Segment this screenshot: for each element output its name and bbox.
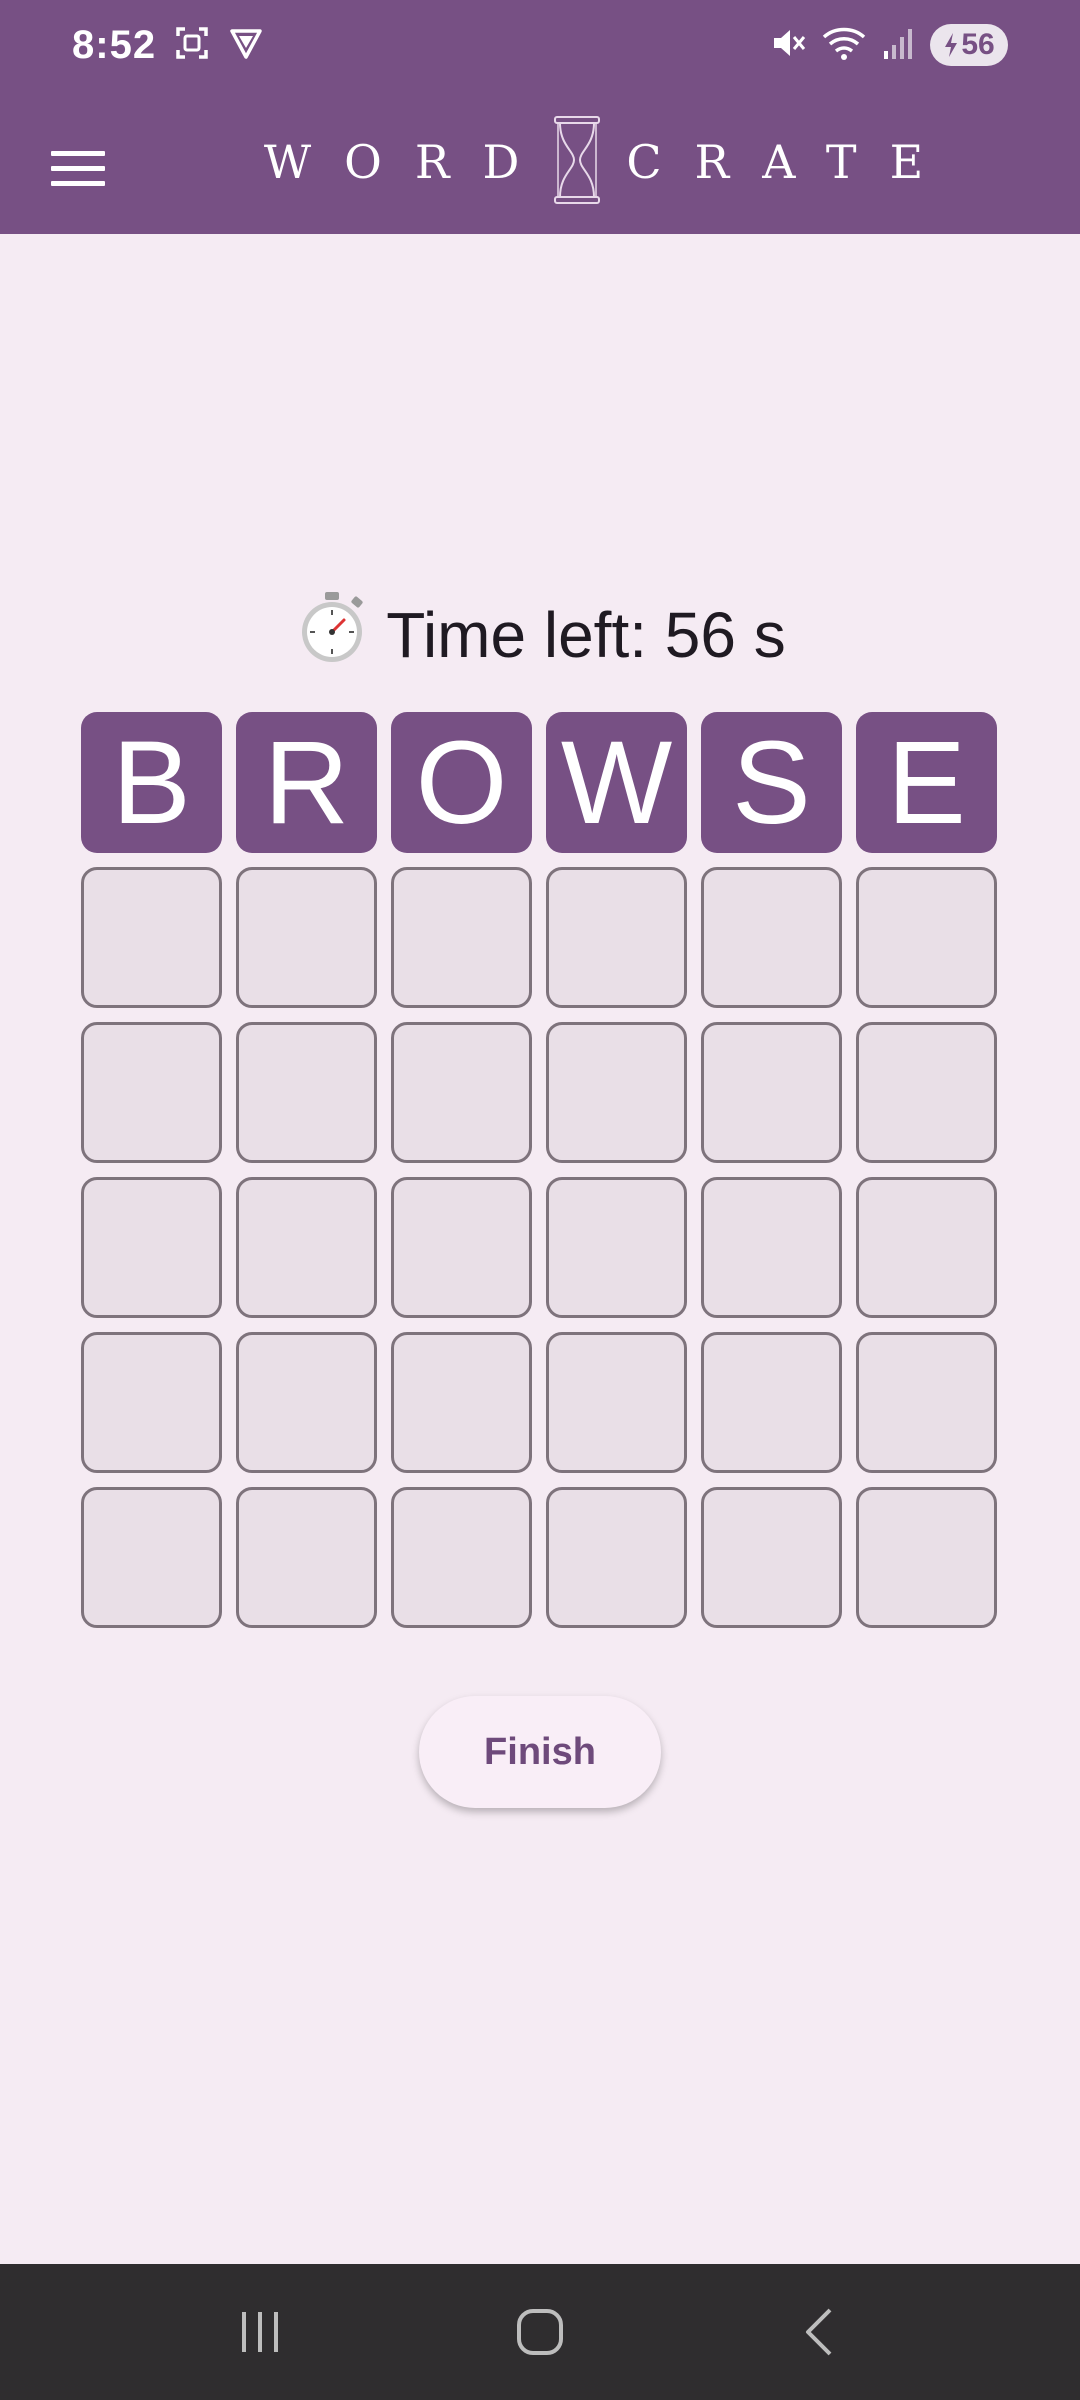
timer: Time left: 56 s (0, 590, 1080, 680)
letter-tile: R (236, 712, 377, 853)
hamburger-menu-icon (51, 151, 105, 186)
letter-tile[interactable] (856, 1022, 997, 1163)
letter-tile[interactable] (236, 1177, 377, 1318)
letter-tile[interactable] (546, 1022, 687, 1163)
letter-tile[interactable] (391, 1177, 532, 1318)
letter-tile[interactable] (236, 1332, 377, 1473)
letter-tile[interactable] (856, 1332, 997, 1473)
app-root: 8:52 56 WORD CRATE Time left: 56 s B R O… (0, 0, 1080, 2400)
signal-icon (882, 25, 914, 66)
letter-tile[interactable] (81, 1487, 222, 1628)
timer-text: Time left: 56 s (386, 599, 786, 671)
logo-word-right: CRATE (626, 135, 957, 189)
letter-tile[interactable] (701, 867, 842, 1008)
letter-tile[interactable] (701, 1022, 842, 1163)
letter-tile: E (856, 712, 997, 853)
letter-tile[interactable] (546, 1177, 687, 1318)
back-icon (806, 2308, 832, 2356)
letter-tile[interactable] (856, 1177, 997, 1318)
letter-tile[interactable] (546, 867, 687, 1008)
letter-tile: W (546, 712, 687, 853)
letter-tile[interactable] (856, 867, 997, 1008)
letter-tile[interactable] (236, 1022, 377, 1163)
vpn-shield-icon (228, 25, 264, 66)
app-bar: WORD CRATE (0, 90, 1080, 234)
letter-tile[interactable] (701, 1177, 842, 1318)
letter-tile[interactable] (236, 1487, 377, 1628)
app-logo: WORD CRATE (260, 112, 960, 212)
letter-tile[interactable] (546, 1487, 687, 1628)
battery-charging-icon: 56 (930, 24, 1008, 66)
letter-tile[interactable] (391, 867, 532, 1008)
hourglass-icon (552, 115, 602, 210)
letter-grid: BROWSE (81, 712, 997, 1628)
letter-tile[interactable] (81, 1332, 222, 1473)
logo-word-left: WORD (263, 135, 553, 189)
recent-apps-icon (242, 2312, 278, 2352)
mute-icon (770, 25, 806, 66)
letter-tile[interactable] (701, 1332, 842, 1473)
letter-tile[interactable] (81, 867, 222, 1008)
letter-tile[interactable] (546, 1332, 687, 1473)
letter-tile: B (81, 712, 222, 853)
letter-tile[interactable] (701, 1487, 842, 1628)
battery-level: 56 (961, 28, 995, 61)
wifi-icon (822, 25, 866, 66)
status-left: 8:52 (72, 23, 264, 68)
letter-tile: S (701, 712, 842, 853)
recent-apps-button[interactable] (200, 2282, 320, 2382)
letter-tile[interactable] (81, 1177, 222, 1318)
letter-tile[interactable] (391, 1022, 532, 1163)
home-button[interactable] (480, 2282, 600, 2382)
stopwatch-icon (294, 590, 370, 681)
letter-tile[interactable] (236, 867, 377, 1008)
system-nav-bar (0, 2264, 1080, 2400)
finish-button[interactable]: Finish (419, 1696, 661, 1808)
status-time: 8:52 (72, 22, 157, 67)
status-bar: 8:52 56 (0, 0, 1080, 90)
letter-tile[interactable] (391, 1487, 532, 1628)
status-right: 56 (770, 24, 1008, 66)
hamburger-menu-button[interactable] (36, 126, 120, 210)
letter-tile[interactable] (391, 1332, 532, 1473)
letter-tile[interactable] (81, 1022, 222, 1163)
home-icon (517, 2309, 563, 2355)
letter-tile: O (391, 712, 532, 853)
letter-tile[interactable] (856, 1487, 997, 1628)
back-button[interactable] (760, 2282, 880, 2382)
screenshot-icon (174, 25, 210, 66)
